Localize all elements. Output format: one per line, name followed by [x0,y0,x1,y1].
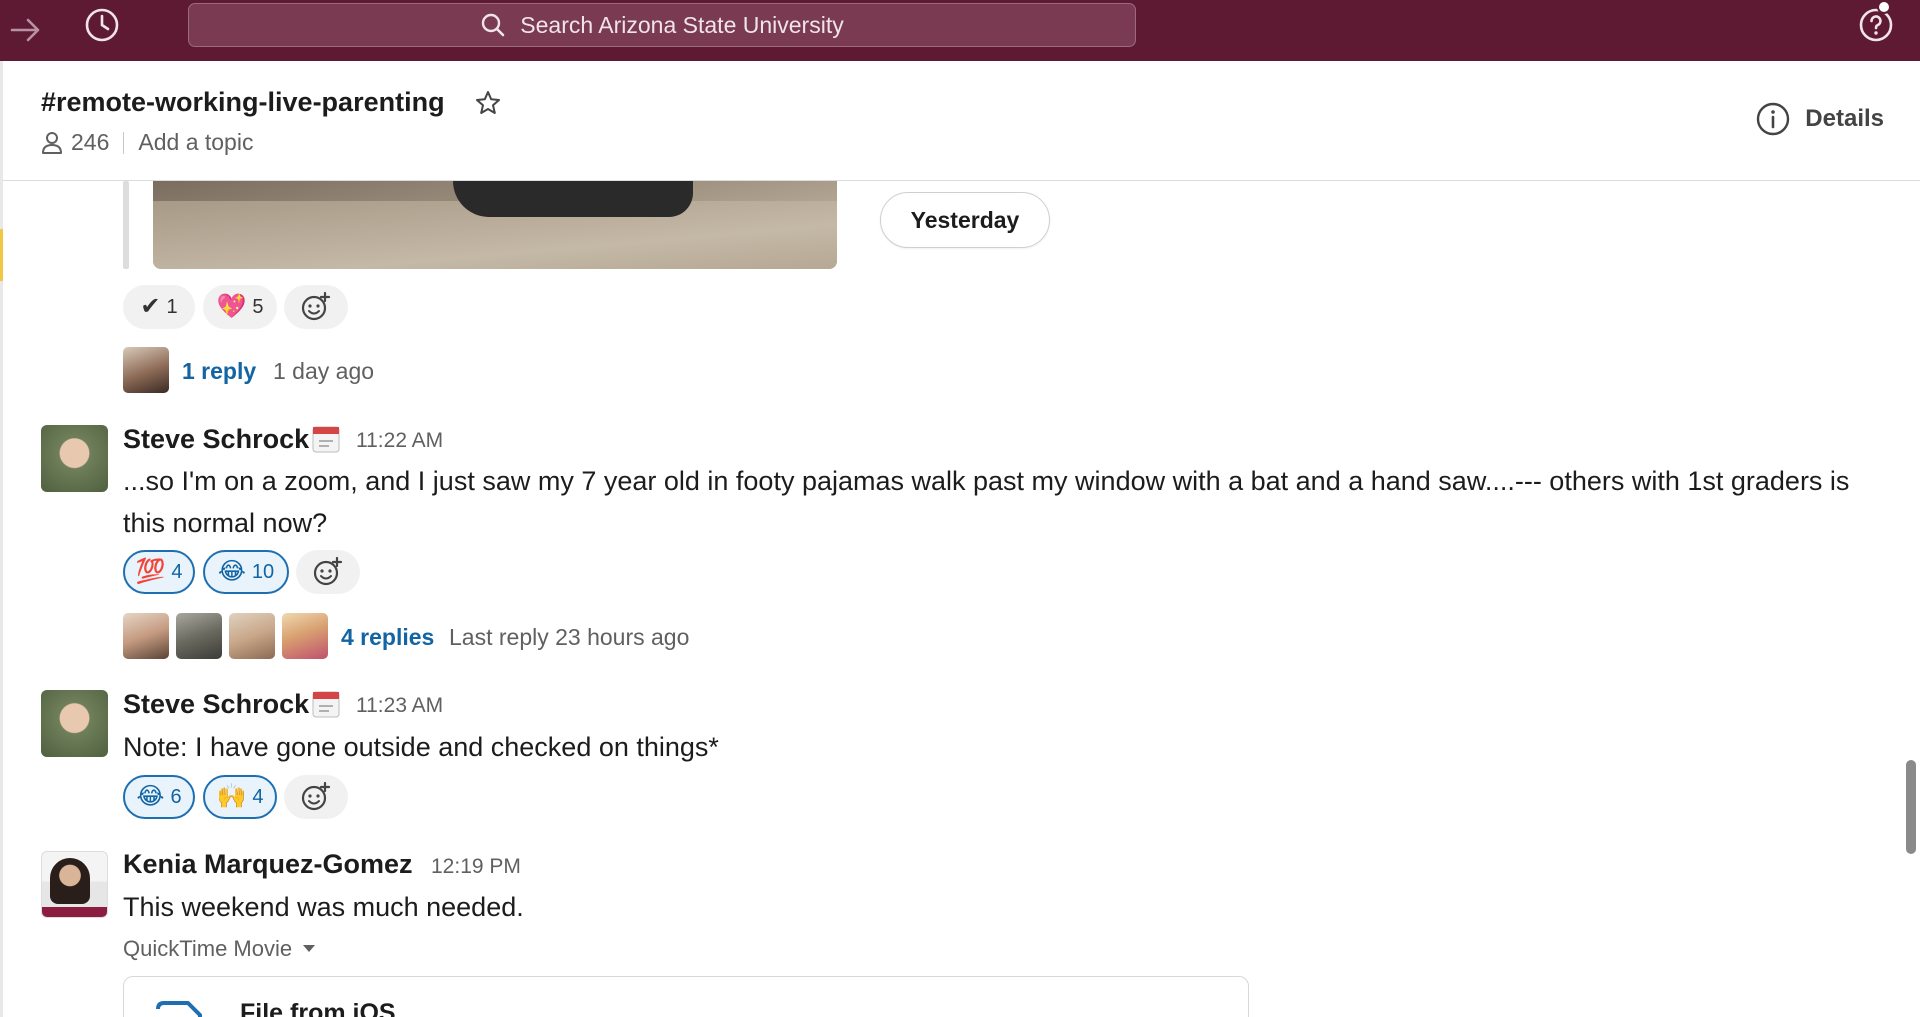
scrollbar-thumb[interactable] [1906,760,1916,854]
hundred-points-icon: 💯 [135,558,166,585]
file-attachment[interactable]: File from iOS [123,976,1249,1017]
star-icon[interactable] [474,89,502,122]
history-icon[interactable] [80,3,124,47]
avatar-photo [50,858,90,904]
laughing-face-icon: 😂 [217,558,246,585]
reaction-count: 10 [251,560,275,583]
avatar[interactable] [123,613,169,659]
unread-marker [0,229,3,281]
avatar[interactable] [41,851,108,918]
reply-count-link[interactable]: 1 reply [182,358,256,385]
calendar-icon [311,424,341,459]
channel-meta: 246 Add a topic [41,129,253,156]
file-icon [156,1001,202,1017]
forward-arrow-icon[interactable] [4,8,48,52]
reaction-count: 4 [171,560,183,583]
message-text: ...so I'm on a zoom, and I just saw my 7… [123,466,1850,538]
sender-name[interactable]: Steve Schrock [123,424,309,455]
reaction-heart[interactable]: 💖 5 [203,285,277,329]
notification-dot [1877,0,1891,14]
info-icon [1757,102,1790,136]
sender-name[interactable]: Steve Schrock [123,689,309,720]
caret-down-icon [303,945,316,952]
checkmark-icon: ✔ [140,293,161,320]
help-icon[interactable] [1854,3,1898,47]
reaction-hundred[interactable]: 💯 4 [123,550,195,594]
date-divider-button[interactable]: Yesterday [880,192,1050,248]
search-placeholder: Search Arizona State University [520,11,844,38]
message-timestamp[interactable]: 12:19 PM [431,855,521,879]
message-timestamp[interactable]: 11:22 AM [356,429,443,453]
calendar-icon [311,689,341,724]
reaction-count: 4 [252,785,264,808]
reaction-checkmark[interactable]: ✔ 1 [123,285,195,329]
reaction-count: 1 [166,295,178,318]
image-content [453,181,693,217]
details-label: Details [1805,105,1884,132]
person-icon [42,131,62,154]
image-attachment[interactable] [153,181,837,269]
file-title: File from iOS [240,999,396,1017]
add-reaction-icon [301,291,331,321]
message-text: This weekend was much needed. [123,892,524,922]
reaction-count: 6 [170,785,182,808]
laughing-face-icon: 😂 [136,783,165,810]
file-type-label: QuickTime Movie [123,936,293,961]
channel-name[interactable]: #remote-working-live-parenting [41,87,445,118]
add-reaction-button[interactable] [284,285,348,329]
attachment-bar [123,181,129,269]
sparkling-heart-icon: 💖 [216,293,247,320]
add-reaction-button[interactable] [284,775,348,819]
add-reaction-icon [301,781,331,811]
divider [123,131,125,154]
reaction-count: 5 [252,295,264,318]
add-reaction-button[interactable] [296,550,360,594]
reply-count-link[interactable]: 4 replies [341,624,434,651]
search-input[interactable]: Search Arizona State University [188,3,1136,47]
avatar[interactable] [229,613,275,659]
avatar[interactable] [176,613,222,659]
reaction-joy[interactable]: 😂 6 [123,775,195,819]
add-reaction-icon [313,556,343,586]
avatar[interactable] [123,347,169,393]
message-text: Note: I have gone outside and checked on… [123,732,719,762]
avatar[interactable] [41,690,108,757]
reaction-raised-hands[interactable]: 🙌 4 [203,775,277,819]
sender-name[interactable]: Kenia Marquez-Gomez [123,849,413,880]
avatar-banner [42,907,107,917]
avatar[interactable] [41,425,108,492]
top-bar: Search Arizona State University [0,0,1920,61]
message-timestamp[interactable]: 11:23 AM [356,694,443,718]
left-rail [0,61,3,1017]
reaction-joy[interactable]: 😂 10 [203,550,289,594]
search-icon [482,13,505,37]
add-topic-link[interactable]: Add a topic [138,129,253,156]
reply-time: Last reply 23 hours ago [449,624,690,650]
file-type-toggle[interactable]: QuickTime Movie [123,936,316,962]
details-button[interactable]: Details [1755,101,1884,137]
raised-hands-icon: 🙌 [216,783,247,810]
member-count[interactable]: 246 [71,129,109,156]
reply-time: 1 day ago [273,358,375,384]
avatar[interactable] [282,613,328,659]
channel-header: #remote-working-live-parenting 246 Add a… [0,61,1920,181]
